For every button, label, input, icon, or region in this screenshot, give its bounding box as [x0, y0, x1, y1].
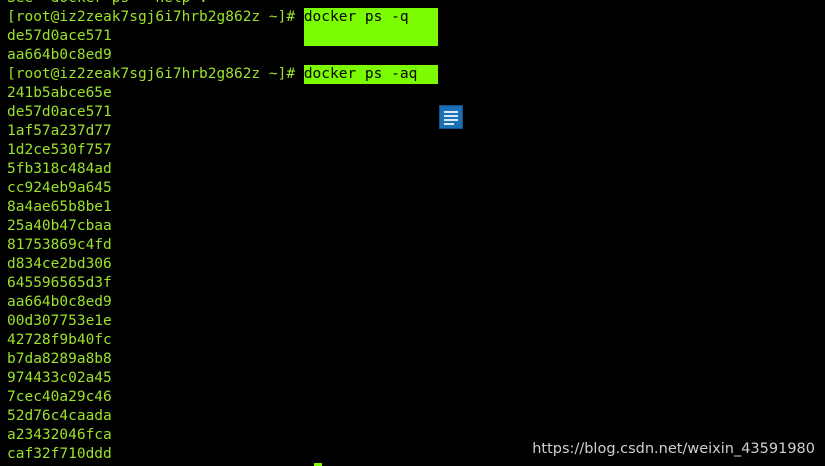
terminal-line: de57d0ace571 [7, 28, 112, 44]
shell-prompt: [root@iz2zeak7sgj6i7hrb2g862z ~]# [7, 66, 296, 82]
container-id-line: aa664b0c8ed9 [7, 294, 112, 310]
terminal-line: See 'docker ps --help'. [7, 0, 417, 8]
terminal-line-prompt: [root@iz2zeak7sgj6i7hrb2g862z ~]# docker… [7, 8, 417, 27]
container-id-line: 25a40b47cbaa [7, 218, 112, 234]
icon-line [444, 111, 458, 113]
container-id-line: 52d76c4caada [7, 408, 112, 424]
container-id-line: 7cec40a29c46 [7, 389, 112, 405]
command-text: docker ps -aq [295, 66, 418, 82]
container-id-line: a23432046fca [7, 427, 112, 443]
shell-prompt: [root@iz2zeak7sgj6i7hrb2g862z ~]# [7, 9, 296, 25]
container-id-line: 8a4ae65b8be1 [7, 199, 112, 215]
watermark: https://blog.csdn.net/weixin_43591980 [532, 441, 815, 457]
terminal-output: See 'docker ps --help'. [root@iz2zeak7sg… [7, 0, 417, 464]
container-id-line: 5fb318c484ad [7, 161, 112, 177]
container-id-line: d834ce2bd306 [7, 256, 112, 272]
terminal-line-prompt: [root@iz2zeak7sgj6i7hrb2g862z ~]# docker… [7, 65, 417, 84]
icon-line [444, 115, 458, 117]
command-text: docker ps -q [295, 9, 409, 25]
terminal-line: aa664b0c8ed9 [7, 47, 112, 63]
container-id-line: 241b5abce65e [7, 85, 112, 101]
container-id-line: 974433c02a45 [7, 370, 112, 386]
container-id-line: de57d0ace571 [7, 104, 112, 120]
document-icon[interactable] [439, 105, 463, 129]
container-id-line: b7da8289a8b8 [7, 351, 112, 367]
container-id-line: cc924eb9a645 [7, 180, 112, 196]
container-id-line: 1d2ce530f757 [7, 142, 112, 158]
container-id-line: 42728f9b40fc [7, 332, 112, 348]
terminal-window[interactable]: See 'docker ps --help'. [root@iz2zeak7sg… [0, 0, 825, 466]
container-id-line: 81753869c4fd [7, 237, 112, 253]
icon-line [444, 123, 454, 125]
container-id-line: 1af57a237d77 [7, 123, 112, 139]
container-id-line: caf32f710ddd [7, 446, 112, 462]
icon-line [444, 119, 458, 121]
container-id-line: 00d307753e1e [7, 313, 112, 329]
container-id-line: 645596565d3f [7, 275, 112, 291]
